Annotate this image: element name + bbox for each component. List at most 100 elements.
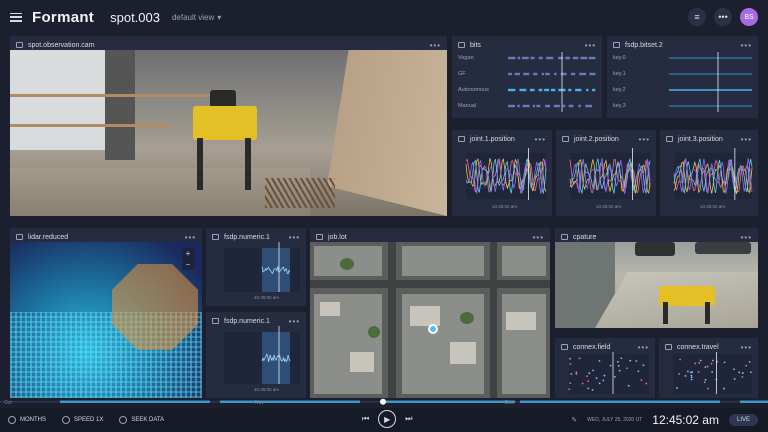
bit-segment [575,88,582,92]
data-point [613,375,616,378]
rooftop [450,342,476,364]
cube-icon [16,234,23,240]
more-button[interactable]: ••• [714,8,732,26]
bit-segment [530,56,535,60]
numeric1-panel: fsdp.numeric.1 ••• 10:45:00 am [206,228,306,306]
data-point [689,371,692,374]
filter-icon: ≡ [694,12,700,22]
view-selector[interactable]: default view ▾ [172,13,221,22]
months-button[interactable]: MONTHS [8,416,46,424]
data-point [626,367,628,370]
data-point [598,382,601,385]
bit-segment [588,56,596,60]
playback-controls: ⏮ ▶ ⏭ [362,410,412,428]
camera-icon [561,234,568,240]
live-button[interactable]: LIVE [728,414,758,426]
logo: Formant [32,8,95,26]
data-point [698,362,701,364]
rooftop [320,302,340,316]
bit-segment [586,88,589,92]
bit-segment [523,72,530,76]
railing [10,94,220,97]
connex-travel-chart [673,352,752,394]
data-point [711,371,714,373]
map-view[interactable] [310,242,550,398]
bit-segment [579,72,587,76]
skip-forward-icon[interactable]: ⏭ [405,414,412,424]
rooftop [506,312,536,330]
robot-location-marker[interactable] [428,324,438,334]
bit-segment [592,88,596,92]
data-point [704,378,707,381]
speed-button[interactable]: SPEED 1X [62,416,103,424]
zoom-control[interactable]: + − [182,248,194,270]
panel-menu-icon[interactable]: ••• [533,233,544,242]
data-point [710,362,713,365]
bitset-chart [669,52,752,112]
data-point [569,382,572,385]
bit-segment [578,104,581,108]
lidar-view[interactable]: + − [10,242,202,398]
railing [10,124,170,127]
data-point [618,369,621,372]
bitset-panel: fsdp.bitset.2 ••• key.0 key.1 key.2 key.3 [607,36,758,118]
bit-segment [522,56,529,60]
data-point [690,376,693,379]
data-point [745,364,748,367]
timeline-labels: Oct Nov Dec [0,400,768,408]
robot-leg [245,138,251,190]
panel-title: spot.observation.cam [28,41,95,49]
data-point [748,360,751,363]
bit-segment [529,88,535,92]
app: Formant spot.003 default view ▾ ≡ ••• BS… [0,0,768,432]
bit-segment [508,56,516,60]
data-point [733,368,735,371]
data-point [678,373,680,375]
seek-button[interactable]: SEEK DATA [119,416,164,424]
bit-segment [562,104,566,108]
data-point [687,370,689,373]
data-point [598,359,601,362]
pencil-icon[interactable]: ✎ [571,416,577,424]
bit-segment [522,104,530,108]
data-point [691,371,694,374]
panel-menu-icon[interactable]: ••• [430,41,441,50]
view-label: default view [171,12,215,22]
zoom-in-icon[interactable]: + [182,248,194,259]
bit-segment [508,88,516,92]
data-point [741,375,744,378]
time-display: ✎ WED, JULY 25, 2020 UT 12:45:02 am LIVE [571,408,758,432]
play-button[interactable]: ▶ [378,410,397,428]
timeline-label: Nov [255,400,264,406]
bit-segment [538,88,543,92]
filter-button[interactable]: ≡ [688,8,706,26]
data-point [588,372,591,375]
window-area [10,50,110,150]
city-block [402,246,484,276]
data-point [629,359,632,362]
speed-label: SPEED 1X [74,417,104,423]
avatar[interactable]: BS [740,8,758,26]
rooftop [410,306,440,326]
x-axis-label: 10:45:00 am [596,204,622,209]
debris [265,178,335,208]
seek-icon [119,416,128,424]
panel-menu-icon[interactable]: ••• [741,233,752,242]
bit-segment [517,104,520,108]
skip-back-icon[interactable]: ⏮ [362,414,369,424]
data-point [587,380,590,383]
seek-label: SEEK DATA [131,417,165,423]
menu-icon[interactable] [10,12,22,22]
car [635,242,675,256]
data-point [587,387,590,390]
zoom-out-icon[interactable]: − [182,259,194,270]
panel-menu-icon[interactable]: ••• [185,233,196,242]
x-axis-label: 10:45:00 am [254,295,280,300]
bit-segment [570,72,576,76]
bit-segment [589,72,596,76]
highlight-band [262,248,290,292]
panel-title: job.lot [328,233,347,241]
highlight-band [262,332,290,384]
bit-segment [517,56,521,60]
city-block [502,294,546,394]
